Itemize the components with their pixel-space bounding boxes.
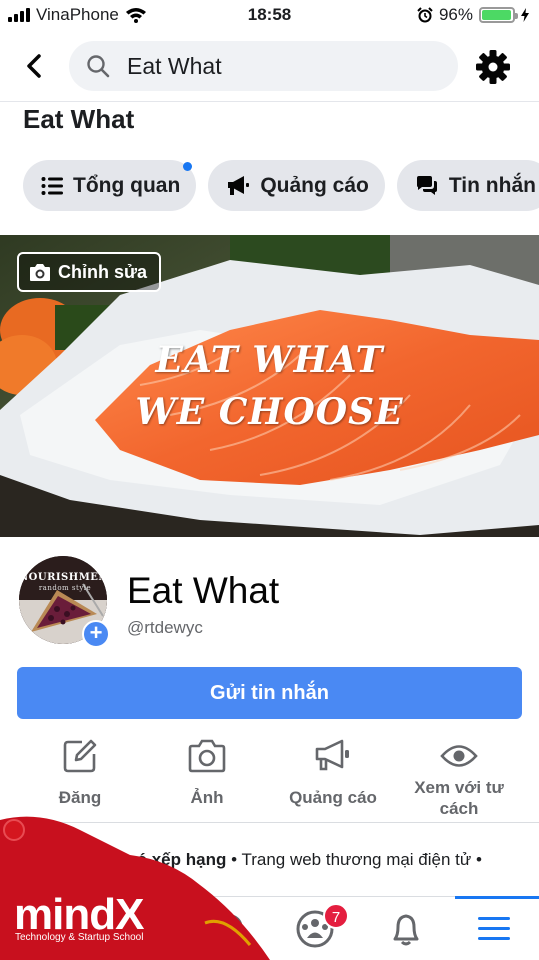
battery-icon [479, 7, 518, 23]
add-profile-photo-button[interactable]: + [82, 620, 110, 648]
photo-action-label: Ảnh [190, 788, 224, 807]
search-input[interactable] [127, 41, 447, 91]
status-right: 96% [417, 5, 529, 25]
avatar-text: NOURISHMENT [19, 572, 109, 583]
groups-badge: 7 [323, 903, 349, 929]
avatar-subtext: random style [38, 584, 92, 592]
gear-icon[interactable] [474, 48, 512, 86]
tab-messages[interactable]: Tin nhắn [396, 160, 539, 211]
eye-icon [440, 745, 478, 767]
page-actions: Đăng Ảnh Quảng cáo Xem với tư cách [0, 735, 539, 823]
facebook-page-screen: VinaPhone 18:58 96% Eat What Eat What Tổ… [0, 0, 539, 960]
status-bar: VinaPhone 18:58 96% [0, 0, 539, 30]
view-as-action-button[interactable]: Xem với tư cách [394, 735, 524, 819]
view-as-action-label: Xem với tư cách [414, 778, 504, 818]
page-username: @rtdewyc [127, 618, 203, 637]
tab-messages-label: Tin nhắn [448, 173, 536, 197]
search-header [0, 30, 539, 102]
page-tabs: Tổng quan Quảng cáo Tin nhắn [23, 160, 539, 211]
search-icon [87, 55, 110, 78]
tab-overview[interactable]: Tổng quan [23, 160, 197, 211]
photo-action-button[interactable]: Ảnh [142, 735, 272, 808]
ads-action-button[interactable]: Quảng cáo [268, 735, 398, 808]
cover-text-line1: EAT WHAT [155, 339, 384, 381]
ads-action-label: Quảng cáo [289, 788, 377, 807]
edit-cover-label: Chỉnh sửa [58, 261, 148, 282]
menu-icon[interactable] [474, 909, 518, 949]
camera-icon [188, 739, 226, 773]
tab-overview-label: Tổng quan [73, 173, 181, 197]
bell-icon[interactable] [384, 909, 428, 949]
megaphone-icon [315, 739, 349, 771]
send-message-button[interactable]: Gửi tin nhắn [17, 667, 522, 719]
chat-icon [416, 175, 437, 195]
charging-icon [521, 8, 529, 22]
alarm-icon [417, 7, 433, 23]
battery-level [482, 10, 511, 20]
watermark-tagline: Technology & Startup School [15, 932, 144, 943]
battery-percent: 96% [438, 5, 473, 24]
edit-cover-button[interactable]: Chỉnh sửa [17, 252, 162, 292]
list-icon [41, 176, 63, 195]
cover-photo[interactable]: Chỉnh sửa EAT WHAT WE CHOOSE [0, 235, 539, 537]
camera-icon [30, 263, 50, 281]
page-name: Eat What [127, 570, 280, 611]
tab-ads-label: Quảng cáo [260, 173, 369, 197]
notification-dot [183, 162, 193, 171]
cover-text-line2: WE CHOOSE [135, 391, 404, 433]
post-action-label: Đăng [58, 788, 102, 807]
page-heading: Eat What [23, 104, 135, 134]
active-tab-indicator [455, 896, 539, 899]
search-bar[interactable] [69, 41, 458, 91]
post-action-button[interactable]: Đăng [15, 735, 145, 808]
edit-icon [63, 739, 97, 773]
megaphone-icon [228, 175, 250, 195]
tab-ads[interactable]: Quảng cáo [208, 160, 385, 211]
back-button[interactable] [18, 48, 50, 84]
